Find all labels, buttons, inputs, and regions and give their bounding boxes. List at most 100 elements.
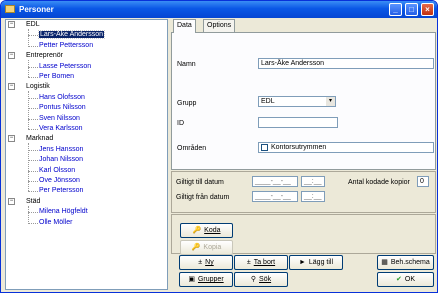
tree-item[interactable]: Hans Olofsson — [39, 93, 85, 103]
giltig-till-time-input[interactable]: __:__ — [301, 176, 325, 187]
ta-bort-label: Ta bort — [253, 259, 276, 266]
giltig-fran-label: Giltigt från datum — [176, 194, 230, 201]
tree-connector — [28, 60, 29, 77]
beh-schema-button[interactable]: ▦ Beh.schema — [377, 255, 434, 270]
omraden-value: Kontorsutrymmen — [271, 144, 327, 151]
title-bar[interactable]: Personer _ □ × — [1, 1, 437, 18]
giltig-fran-time-input[interactable]: __:__ — [301, 191, 325, 202]
collapse-icon[interactable]: − — [8, 52, 15, 60]
grupper-button[interactable]: ▣ Grupper — [179, 272, 233, 287]
tree-group-label: Entreprenör — [26, 52, 63, 60]
maximize-button[interactable]: □ — [405, 3, 418, 16]
antal-label: Antal kodade kopior — [348, 179, 410, 186]
giltig-till-date-input[interactable]: ____-__-__ — [252, 176, 298, 187]
binoculars-icon: ⚲ — [250, 276, 257, 283]
grupper-label: Grupper — [197, 276, 224, 283]
tree-group-label: Logistik — [26, 83, 50, 91]
chevron-down-icon[interactable]: ▾ — [326, 97, 335, 106]
tree-connector — [28, 29, 29, 46]
kopia-label: Kopia — [203, 244, 222, 251]
tree-item-label: Jens Hansson — [39, 145, 84, 153]
tree-item-label: Karl Olsson — [39, 166, 76, 174]
tree-item[interactable]: Milena Högfeldt — [39, 207, 88, 217]
tree-item-label: Johan Nilsson — [39, 156, 83, 164]
tab-options[interactable]: Options — [203, 19, 236, 32]
kopia-button[interactable]: 🔑 Kopia — [180, 240, 233, 255]
key-icon: 🔑 — [192, 227, 202, 234]
giltig-fran-date-input[interactable]: ____-__-__ — [252, 191, 298, 202]
kontorsutrymmen-checkbox[interactable] — [261, 144, 268, 151]
tree-connector — [28, 35, 38, 37]
collapse-icon[interactable]: − — [8, 21, 15, 28]
grupp-value: EDL — [261, 98, 275, 105]
collapse-icon[interactable]: − — [8, 83, 15, 91]
tree-item[interactable]: Karl Olsson — [39, 166, 75, 176]
close-button[interactable]: × — [421, 3, 434, 16]
person-tree[interactable]: − EDL Lars-Åke Andersson Petter Pettersson −… — [5, 19, 168, 290]
tree-item-label: Lasse Petersson — [39, 62, 92, 70]
tree-item[interactable]: Johan Nilsson — [39, 155, 83, 165]
sok-button[interactable]: ⚲ Sök — [234, 272, 288, 287]
tree-item[interactable]: Lars-Åke Andersson — [37, 30, 106, 40]
code-section: 🔑 Koda 🔑 Kopia — [171, 214, 436, 255]
tree-item-label: Hans Olofsson — [39, 93, 85, 101]
tree-item[interactable]: Sven Nilsson — [39, 114, 80, 124]
omraden-list[interactable]: Kontorsutrymmen — [258, 142, 434, 153]
ok-button[interactable]: ✔ OK — [377, 272, 434, 287]
namn-label: Namn — [177, 61, 196, 68]
action-bar: ± Ny ± Ta bort ► Lägg till ▦ Beh.schema ▣ Gru… — [171, 255, 436, 290]
tree-connector — [28, 160, 38, 162]
schedule-icon: ▦ — [381, 259, 388, 266]
tree-item-label: Vera Karlsson — [39, 125, 83, 132]
detail-panel: Data Options Namn Lars-Åke Andersson Gru… — [171, 19, 437, 290]
grupp-select[interactable]: EDL ▾ — [258, 96, 336, 107]
collapse-icon[interactable]: − — [8, 135, 15, 143]
lagg-till-label: Lägg till — [308, 259, 334, 266]
koda-button[interactable]: 🔑 Koda — [180, 223, 233, 238]
tree-connector — [28, 149, 38, 151]
window-title: Personer — [19, 5, 54, 14]
tree-connector — [28, 97, 38, 99]
tree-item[interactable]: Per Bomen — [39, 72, 74, 82]
ny-label: Ny — [205, 259, 214, 266]
omraden-label: Områden — [177, 145, 207, 152]
tree-connector — [28, 129, 38, 130]
ny-button[interactable]: ± Ny — [179, 255, 233, 270]
beh-schema-label: Beh.schema — [390, 259, 430, 266]
tree-item[interactable]: Lasse Petersson — [39, 62, 91, 72]
namn-input[interactable]: Lars-Åke Andersson — [258, 58, 434, 69]
tree-item[interactable]: Olle Möller — [39, 218, 72, 228]
tree-item[interactable]: Ove Jönsson — [39, 176, 80, 186]
tree-item[interactable]: Pontus Nilsson — [39, 103, 86, 113]
play-icon: ► — [298, 259, 306, 266]
tree-item-label: Pontus Nilsson — [39, 104, 86, 112]
id-label: ID — [177, 120, 184, 127]
tree-connector — [28, 108, 38, 110]
grupp-label: Grupp — [177, 100, 197, 107]
personer-window: Personer _ □ × − EDL Lars-Åke Andersson Pet… — [0, 0, 438, 293]
tab-data[interactable]: Data — [173, 19, 196, 33]
lagg-till-button[interactable]: ► Lägg till — [289, 255, 343, 270]
tree-connector — [28, 222, 38, 224]
id-input[interactable] — [258, 117, 338, 128]
tree-item-label: Olle Möller — [39, 218, 73, 226]
tree-connector — [28, 170, 38, 172]
ok-label: OK — [404, 276, 415, 283]
minimize-button[interactable]: _ — [389, 3, 402, 16]
tree-connector — [28, 191, 38, 193]
tree-item[interactable]: Jens Hansson — [39, 145, 83, 155]
tree-item-label: Petter Pettersson — [39, 41, 94, 49]
tree-item[interactable]: Per Petersson — [39, 186, 83, 196]
tree-group-label: Marknad — [26, 135, 54, 143]
tree-item[interactable]: Petter Pettersson — [39, 41, 93, 51]
tree-item-label: Sven Nilsson — [39, 114, 80, 122]
tree-item[interactable]: Vera Karlsson — [39, 124, 83, 134]
app-icon — [5, 5, 15, 13]
giltig-till-label: Giltigt till datum — [176, 179, 224, 186]
tree-item-label: Milena Högfeldt — [39, 208, 88, 216]
collapse-icon[interactable]: − — [8, 197, 15, 205]
tree-item-label: Per Petersson — [39, 187, 84, 195]
ta-bort-button[interactable]: ± Ta bort — [234, 255, 288, 270]
remove-person-icon: ± — [246, 259, 251, 266]
antal-input[interactable]: 0 — [417, 176, 429, 187]
